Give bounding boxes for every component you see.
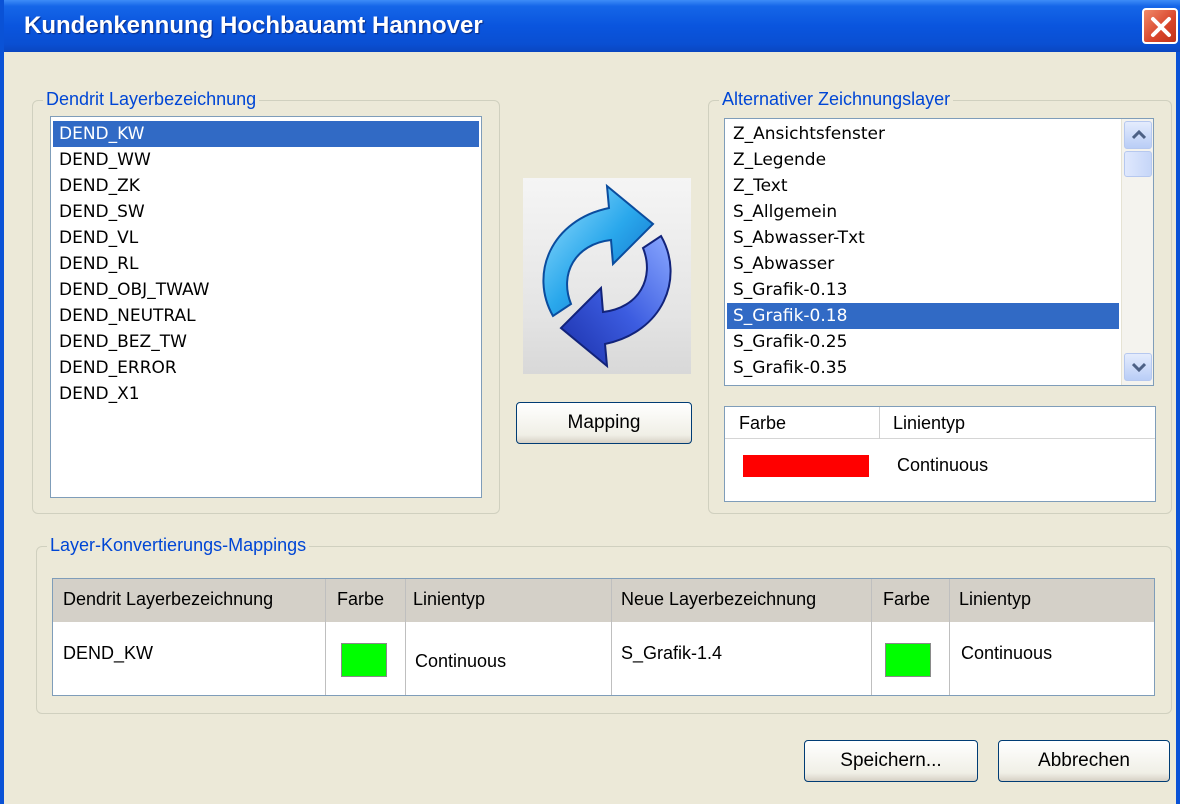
header-color: Farbe xyxy=(739,413,787,433)
mappings-table[interactable]: Dendrit Layerbezeichnung Farbe Linientyp… xyxy=(52,578,1155,696)
header-target-layer[interactable]: Neue Layerbezeichnung xyxy=(621,589,816,610)
layer-color-swatch xyxy=(743,455,869,477)
dendrit-layer-list[interactable]: DEND_KW DEND_WW DEND_ZK DEND_SW DEND_VL DEND_… xyxy=(50,116,482,498)
alternative-layer-list[interactable]: Z_Ansichtsfenster Z_Legende Z_Text S_Allgem… xyxy=(724,118,1154,386)
group-label: Dendrit Layerbezeichnung xyxy=(43,89,260,110)
chevron-up-icon xyxy=(1132,130,1146,140)
title-bar: Kundenkennung Hochbauamt Hannover xyxy=(4,0,1180,52)
refresh-image xyxy=(523,178,691,374)
table-row[interactable]: DEND_KW Continuous S_Grafik-1.4 Continuo… xyxy=(53,623,1154,695)
mapping-button[interactable]: Mapping xyxy=(516,402,692,444)
list-item[interactable]: DEND_ERROR xyxy=(53,355,479,381)
mapping-button-label: Mapping xyxy=(567,412,641,433)
header-source-layer[interactable]: Dendrit Layerbezeichnung xyxy=(63,589,273,610)
layer-properties-table: Farbe Linientyp Continuous xyxy=(724,406,1156,502)
list-item[interactable]: Z_Text xyxy=(727,173,1119,199)
group-label: Layer-Konvertierungs-Mappings xyxy=(47,535,310,556)
cancel-button-label: Abbrechen xyxy=(1038,750,1130,771)
list-item[interactable]: S_Grafik-0.35 xyxy=(727,355,1119,381)
list-item[interactable]: Z_Ansichtsfenster xyxy=(727,121,1119,147)
list-item[interactable]: S_Abwasser-Txt xyxy=(727,225,1119,251)
header-target-linetype[interactable]: Linientyp xyxy=(959,589,1031,610)
list-item[interactable]: Z_Legende xyxy=(727,147,1119,173)
scroll-up-button[interactable] xyxy=(1124,121,1152,149)
header-source-linetype[interactable]: Linientyp xyxy=(413,589,485,610)
list-item[interactable]: S_Allgemein xyxy=(727,199,1119,225)
list-scrollbar[interactable] xyxy=(1121,119,1153,385)
list-item[interactable]: DEND_SW xyxy=(53,199,479,225)
row-target-layer: S_Grafik-1.4 xyxy=(621,643,723,663)
window-title: Kundenkennung Hochbauamt Hannover xyxy=(24,12,483,39)
cancel-button[interactable]: Abbrechen xyxy=(998,740,1170,782)
row-source-layer: DEND_KW xyxy=(63,643,154,663)
layer-linetype-value: Continuous xyxy=(897,455,989,475)
row-target-linetype: Continuous xyxy=(961,643,1053,663)
row-source-color-swatch xyxy=(341,643,387,677)
save-button[interactable]: Speichern... xyxy=(804,740,978,782)
header-target-color[interactable]: Farbe xyxy=(883,589,930,610)
chevron-down-icon xyxy=(1132,362,1146,372)
list-item[interactable]: DEND_VL xyxy=(53,225,479,251)
close-button[interactable] xyxy=(1142,8,1178,44)
list-item[interactable]: DEND_WW xyxy=(53,147,479,173)
list-item[interactable]: S_Grafik-0.18 xyxy=(727,303,1119,329)
group-label: Alternativer Zeichnungslayer xyxy=(719,89,954,110)
refresh-arrows-icon xyxy=(542,183,672,369)
list-item[interactable]: DEND_OBJ_TWAW xyxy=(53,277,479,303)
list-item[interactable]: DEND_ZK xyxy=(53,173,479,199)
header-linetype: Linientyp xyxy=(893,413,966,433)
dialog-window: Kundenkennung Hochbauamt Hannover Dendri… xyxy=(0,0,1180,804)
row-target-color-swatch xyxy=(885,643,931,677)
scroll-thumb[interactable] xyxy=(1124,151,1152,177)
list-item[interactable]: DEND_BEZ_TW xyxy=(53,329,479,355)
list-item[interactable]: S_Abwasser xyxy=(727,251,1119,277)
list-item[interactable]: S_Grafik-0.13 xyxy=(727,277,1119,303)
save-button-label: Speichern... xyxy=(840,750,942,771)
column-divider xyxy=(879,407,880,439)
close-icon xyxy=(1151,17,1171,37)
list-item[interactable]: DEND_KW xyxy=(53,121,479,147)
list-item[interactable]: DEND_RL xyxy=(53,251,479,277)
list-item[interactable]: S_Grafik-0.25 xyxy=(727,329,1119,355)
list-item[interactable]: DEND_NEUTRAL xyxy=(53,303,479,329)
scroll-down-button[interactable] xyxy=(1124,353,1152,381)
header-source-color[interactable]: Farbe xyxy=(337,589,384,610)
row-source-linetype: Continuous xyxy=(415,651,507,671)
properties-header: Farbe Linientyp xyxy=(725,407,1155,439)
list-item[interactable]: DEND_X1 xyxy=(53,381,479,407)
